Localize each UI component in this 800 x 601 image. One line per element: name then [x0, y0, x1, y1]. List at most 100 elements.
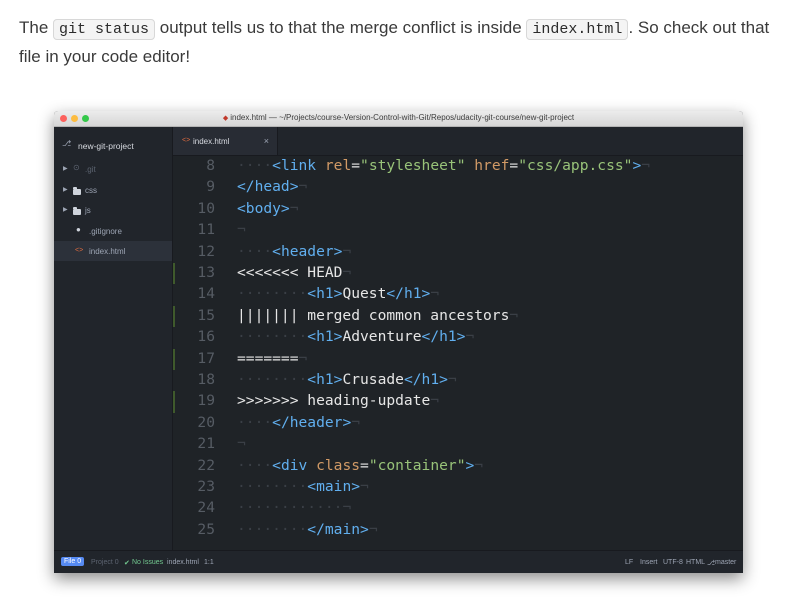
line-code: <body>¬	[237, 200, 299, 217]
line-ending[interactable]: LF	[625, 559, 633, 566]
document-icon: ◆	[222, 115, 229, 122]
eol-marker: ¬	[342, 242, 352, 260]
indent-guide: ········	[237, 478, 308, 495]
line-code: ············¬	[237, 499, 351, 516]
indent-guide: ········	[237, 285, 308, 303]
indent-guide: ········	[237, 371, 308, 388]
line-number: 16	[197, 328, 215, 346]
close-tab-icon[interactable]: ×	[264, 136, 269, 146]
token: <h1>	[307, 328, 343, 346]
window-title-text: index.html — ~/Projects/course-Version-C…	[230, 113, 575, 122]
line-code: ¬	[237, 435, 246, 452]
eol-marker: ¬	[342, 499, 352, 517]
tree-item-index-html[interactable]: <> index.html	[54, 241, 172, 261]
window-title: ◆ index.html — ~/Projects/course-Version-…	[54, 113, 743, 122]
tree-project-label: new-git-project	[78, 141, 134, 151]
check-icon: ✔	[124, 560, 130, 567]
folder-icon	[73, 186, 81, 196]
tab-bar: <> index.html ×	[173, 127, 743, 156]
code-line: 8 ····<link rel="stylesheet" href="css/ap…	[173, 156, 743, 177]
line-code: <<<<<<< HEAD¬	[237, 264, 351, 281]
code-editor[interactable]: 8 ····<link rel="stylesheet" href="css/ap…	[173, 156, 743, 550]
code-icon: <>	[75, 247, 84, 254]
grammar-selector[interactable]: HTML	[686, 559, 705, 566]
tree-item-git[interactable]: ▶ ⊙ .git	[54, 159, 172, 179]
code-line: 17 =======¬	[173, 348, 743, 370]
token: <main>	[307, 478, 361, 495]
eol-marker: ¬	[289, 199, 299, 217]
indent-guide: ····	[237, 157, 273, 174]
token: >	[465, 456, 475, 474]
line-number: 18	[197, 371, 215, 388]
indent-guide: ····	[237, 456, 273, 474]
line-number: 24	[197, 499, 215, 517]
git-icon: ⊙	[73, 163, 80, 172]
token: =	[351, 157, 361, 174]
eol-marker: ¬	[368, 520, 378, 538]
code-line: 15 ||||||| merged common ancestors¬	[173, 305, 743, 328]
code-line: 16 ········<h1>Adventure</h1>¬	[173, 327, 743, 348]
tree-item-css[interactable]: ▶ css	[54, 180, 172, 200]
token: >	[632, 157, 642, 174]
indent-guide: ····	[237, 413, 273, 431]
eol-marker: ¬	[509, 306, 519, 324]
token: <div	[272, 456, 308, 474]
tree-project-root[interactable]: ⎇ new-git-project	[54, 135, 172, 155]
file-count-badge[interactable]: File 0	[61, 557, 85, 566]
code-line: 12 ····<header>¬	[173, 242, 743, 263]
code-line: 23 ········<main>¬	[173, 477, 743, 498]
eol-marker: ¬	[237, 435, 246, 453]
tab-index-html[interactable]: <> index.html ×	[173, 127, 278, 155]
token: <h1>	[307, 371, 343, 388]
token: <header>	[272, 242, 343, 260]
inline-code-index-html: index.html	[526, 19, 629, 40]
code-icon: <>	[182, 137, 191, 144]
eol-marker: ¬	[298, 349, 308, 367]
token: <h1>	[307, 285, 343, 303]
token: =	[360, 456, 369, 474]
status-filename[interactable]: index.html	[167, 559, 199, 566]
repo-icon: ⎇	[62, 139, 72, 148]
tree-item-label: index.html	[89, 247, 126, 256]
token: <<<<<<< HEAD	[237, 264, 343, 281]
eol-marker: ¬	[447, 371, 457, 388]
intro-text-1: The	[19, 18, 54, 37]
intro-paragraph: The git status output tells us to that t…	[19, 14, 789, 70]
line-number: 21	[197, 435, 215, 453]
tree-item-gitignore[interactable]: ● .gitignore	[54, 221, 172, 241]
file-encoding[interactable]: UTF-8	[663, 559, 683, 566]
eol-marker: ¬	[360, 478, 369, 495]
token: ||||||| merged common ancestors	[237, 306, 510, 324]
line-number: 25	[197, 520, 215, 538]
code-line: 11 ¬	[173, 220, 743, 241]
code-line: 9 </head>¬	[173, 177, 743, 198]
token: Crusade	[342, 371, 404, 388]
tree-item-label: js	[85, 206, 91, 215]
chevron-right-icon: ▶	[63, 207, 68, 213]
editor-mode[interactable]: Insert	[640, 559, 658, 566]
status-bar: File 0 Project 0 ✔ No Issues index.html …	[54, 550, 743, 573]
token: </h1>	[403, 371, 448, 388]
line-number: 12	[197, 242, 215, 260]
tree-item-label: .git	[85, 165, 96, 174]
line-code: ········</main>¬	[237, 521, 378, 538]
git-branch[interactable]: master	[715, 559, 736, 566]
eol-marker: ¬	[237, 221, 246, 239]
issues-status[interactable]: No Issues	[132, 559, 163, 566]
eol-marker: ¬	[465, 328, 475, 346]
tree-item-js[interactable]: ▶ js	[54, 200, 172, 220]
indent-guide: ········	[237, 328, 308, 346]
code-line: 13 <<<<<<< HEAD¬	[173, 263, 743, 285]
token: "stylesheet"	[360, 157, 466, 174]
editor-window: ◆ index.html — ~/Projects/course-Version-…	[54, 111, 743, 573]
code-line: 25 ········</main>¬	[173, 520, 743, 541]
token: =	[509, 157, 519, 174]
tree-view: ⎇ new-git-project ▶ ⊙ .git ▶ css ▶ js ● …	[54, 127, 173, 550]
line-number: 22	[197, 456, 215, 474]
cursor-position[interactable]: 1:1	[204, 559, 214, 566]
token: Quest	[342, 285, 387, 303]
code-line: 18 ········<h1>Crusade</h1>¬	[173, 370, 743, 391]
folder-icon	[73, 206, 81, 216]
project-count[interactable]: Project 0	[91, 559, 119, 566]
chevron-right-icon: ▶	[63, 166, 68, 172]
